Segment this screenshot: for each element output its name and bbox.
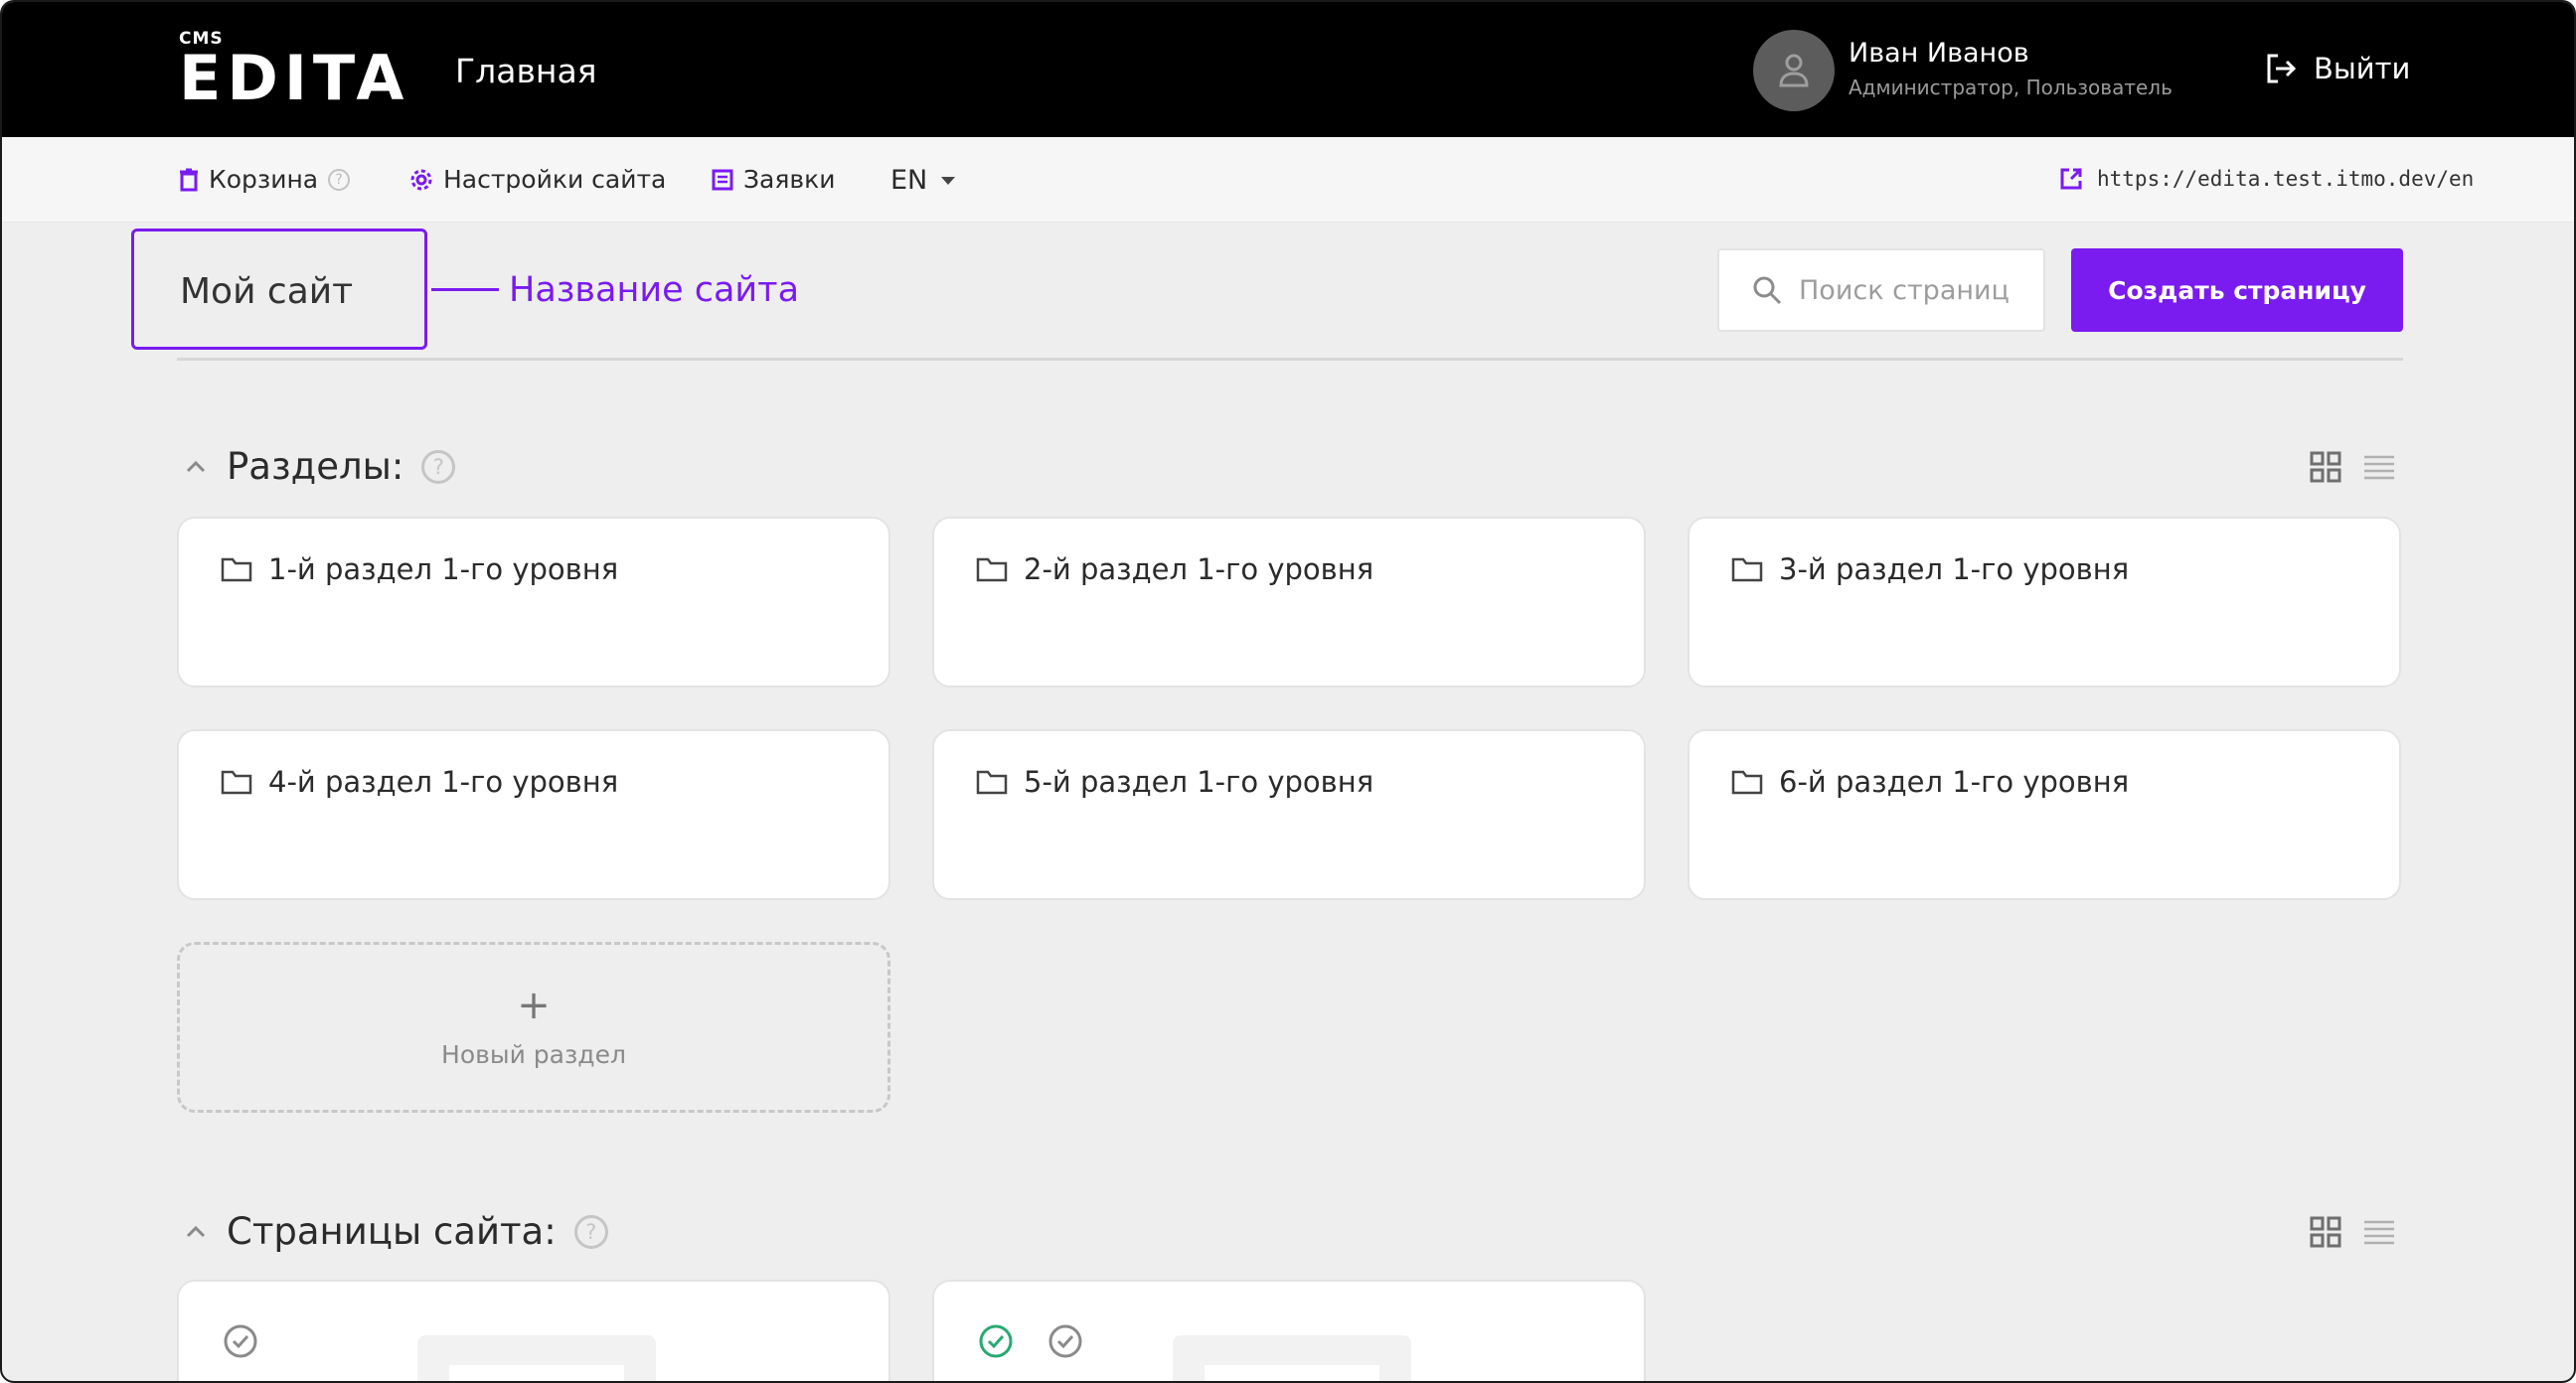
user-name: Иван Иванов [1849, 38, 2029, 69]
site-settings-label: Настройки сайта [443, 165, 667, 194]
external-link-icon [2060, 168, 2082, 190]
folder-icon [1731, 770, 1763, 795]
grid-view-icon[interactable] [2310, 451, 2341, 483]
site-name-highlight[interactable]: Мой сайт [131, 229, 427, 350]
logout-label: Выйти [2314, 52, 2411, 85]
pages-view-toggles [2310, 1216, 2395, 1248]
create-page-button[interactable]: Создать страницу [2071, 248, 2403, 332]
language-select[interactable]: EN [890, 165, 956, 196]
search-input[interactable] [1799, 274, 2017, 306]
site-url-link[interactable]: https://edita.test.itmo.dev/en [2059, 167, 2474, 191]
app-frame: CMS EDITA Главная Иван Иванов Администра… [0, 0, 2576, 1383]
pages-heading: Страницы сайта: ? [183, 1210, 608, 1253]
requests-label: Заявки [743, 165, 836, 194]
page-thumbnail [417, 1335, 656, 1381]
sub-navigation: Корзина ? Настройки сайта Заявки EN http… [2, 137, 2574, 223]
chevron-up-icon[interactable] [183, 454, 209, 480]
section-card[interactable]: 5-й раздел 1-го уровня [932, 729, 1646, 900]
logout-button[interactable]: Выйти [2264, 52, 2410, 85]
section-card[interactable]: 4-й раздел 1-го уровня [177, 729, 890, 900]
gear-icon [410, 169, 432, 190]
caret-down-icon [941, 176, 956, 185]
section-card-label: 4-й раздел 1-го уровня [268, 765, 619, 799]
logout-icon [2267, 54, 2297, 83]
list-view-icon[interactable] [2363, 1216, 2395, 1248]
check-circle-icon [224, 1324, 257, 1358]
top-header: CMS EDITA Главная Иван Иванов Администра… [2, 2, 2574, 137]
section-card-label: 2-й раздел 1-го уровня [1024, 552, 1374, 586]
chevron-up-icon[interactable] [183, 1219, 209, 1245]
check-circle-icon [1048, 1324, 1082, 1358]
list-view-icon[interactable] [2363, 451, 2395, 483]
folder-icon [1731, 557, 1763, 582]
page-card[interactable] [177, 1280, 890, 1381]
user-icon [1779, 54, 1809, 87]
sections-view-toggles [2310, 451, 2395, 483]
callout-line [431, 288, 499, 291]
requests-link[interactable]: Заявки [712, 165, 835, 194]
folder-icon [976, 557, 1008, 582]
folder-icon [221, 770, 252, 795]
language-value: EN [890, 165, 928, 196]
help-icon[interactable]: ? [421, 449, 456, 484]
section-card-label: 1-й раздел 1-го уровня [268, 552, 619, 586]
page-card[interactable] [932, 1280, 1646, 1381]
user-role: Администратор, Пользователь [1849, 76, 2173, 99]
folder-icon [221, 557, 252, 582]
sections-title: Разделы: [227, 445, 404, 488]
site-name: Мой сайт [180, 271, 354, 312]
page-thumbnail [1173, 1335, 1411, 1381]
section-card-label: 6-й раздел 1-го уровня [1779, 765, 2130, 799]
section-card-label: 5-й раздел 1-го уровня [1024, 765, 1374, 799]
sections-heading: Разделы: ? [183, 445, 456, 488]
published-check-icon [979, 1324, 1013, 1358]
logo[interactable]: CMS EDITA [179, 30, 409, 109]
help-icon[interactable]: ? [328, 168, 351, 191]
callout-label: Название сайта [509, 270, 800, 310]
trash-link[interactable]: Корзина ? [179, 165, 351, 194]
page-title: Главная [455, 52, 597, 90]
section-card[interactable]: 2-й раздел 1-го уровня [932, 517, 1646, 688]
section-card[interactable]: 3-й раздел 1-го уровня [1688, 517, 2401, 688]
site-settings-link[interactable]: Настройки сайта [409, 165, 666, 194]
logo-brand-text: EDITA [179, 42, 410, 114]
avatar[interactable] [1753, 30, 1835, 111]
help-icon[interactable]: ? [573, 1214, 608, 1249]
trash-label: Корзина [209, 165, 319, 194]
plus-icon: + [517, 983, 551, 1028]
section-card-label: 3-й раздел 1-го уровня [1779, 552, 2130, 586]
folder-icon [976, 770, 1008, 795]
section-card[interactable]: 6-й раздел 1-го уровня [1688, 729, 2401, 900]
search-box[interactable] [1717, 248, 2045, 332]
new-section-label: Новый раздел [441, 1040, 626, 1069]
trash-icon [180, 168, 198, 191]
list-icon [712, 169, 733, 190]
divider [177, 358, 2403, 361]
site-url-text: https://edita.test.itmo.dev/en [2097, 167, 2475, 191]
grid-view-icon[interactable] [2310, 1216, 2341, 1248]
section-card[interactable]: 1-й раздел 1-го уровня [177, 517, 890, 688]
search-icon [1753, 276, 1782, 305]
new-section-button[interactable]: + Новый раздел [177, 942, 890, 1113]
pages-title: Страницы сайта: [227, 1210, 557, 1253]
